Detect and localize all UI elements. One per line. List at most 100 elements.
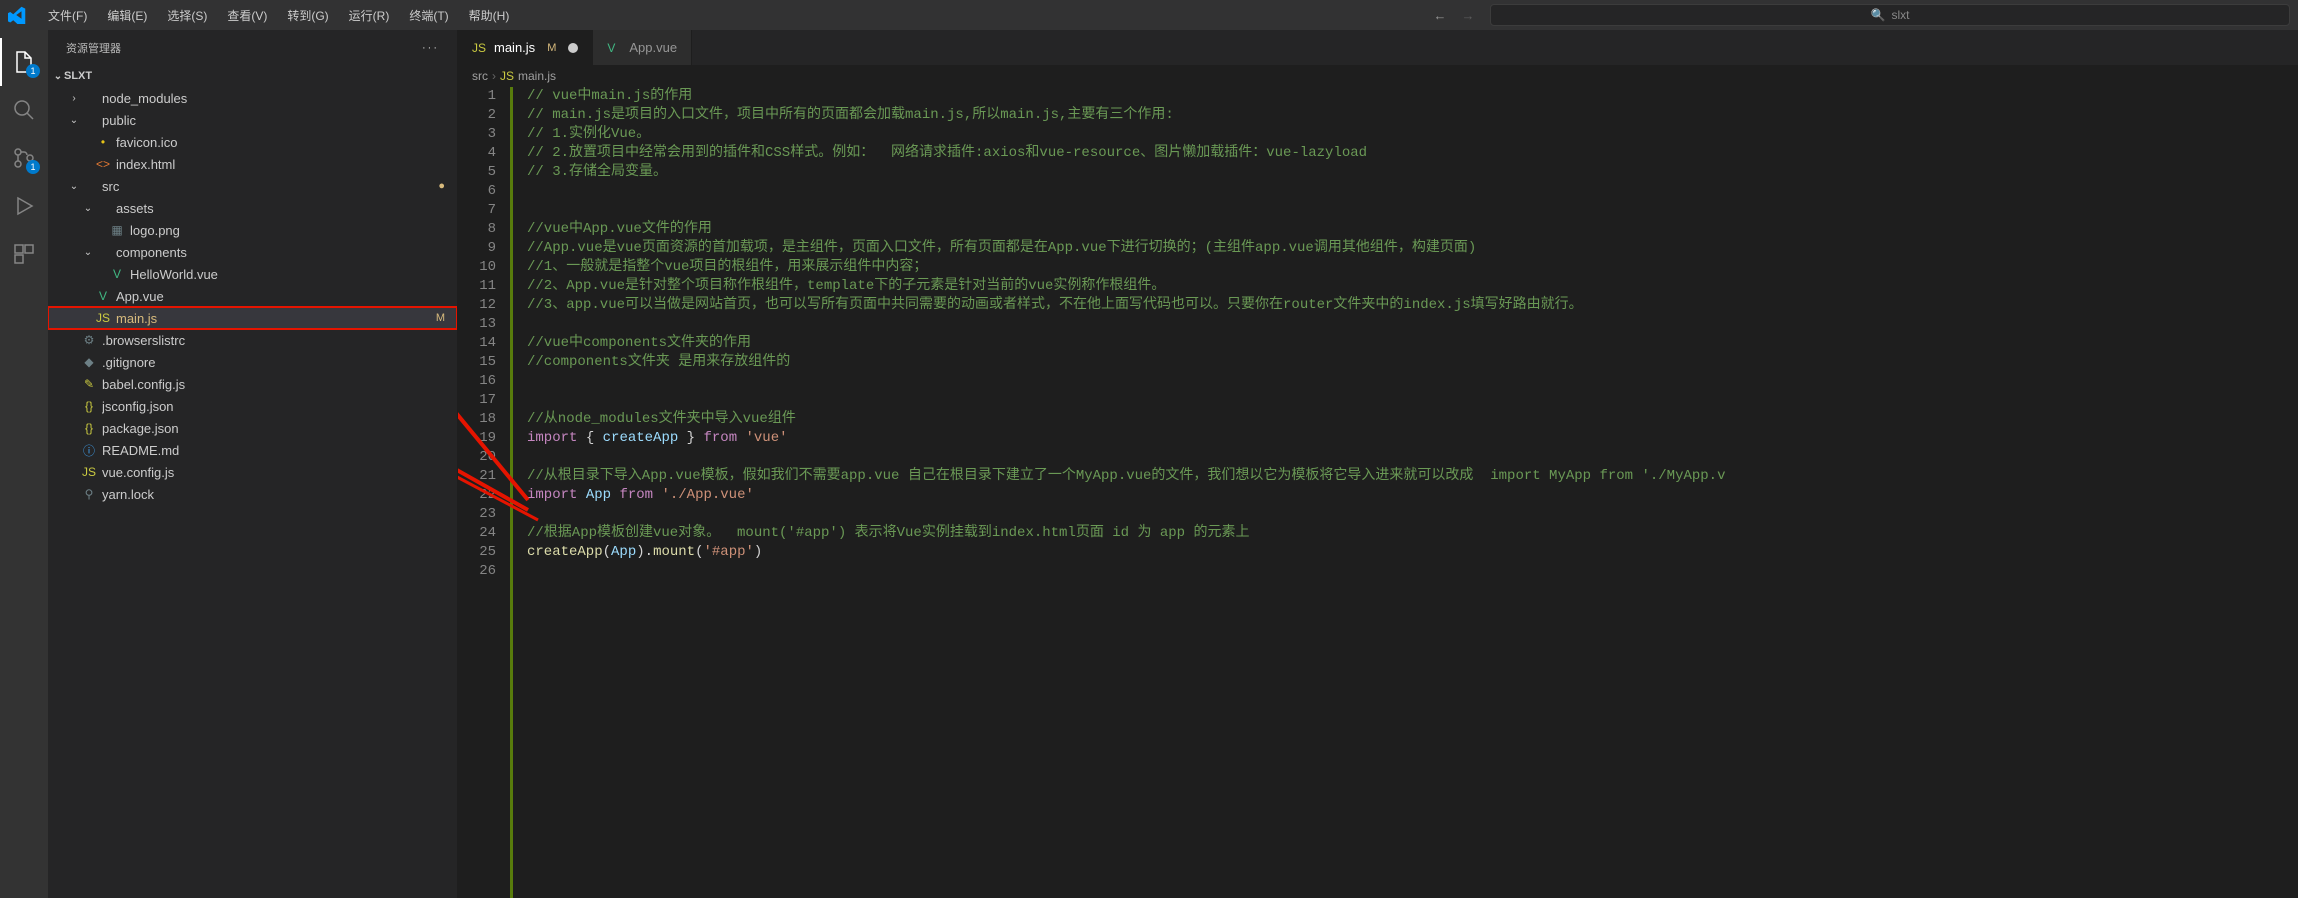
tree-item-label: .gitignore: [102, 355, 445, 370]
chevron-down-icon: ⌄: [52, 71, 64, 82]
tree-item-label: package.json: [102, 421, 445, 436]
editor-tab[interactable]: JSmain.jsM: [458, 30, 593, 65]
tree-file[interactable]: JS vue.config.js: [48, 461, 457, 483]
tree-item-label: src: [102, 179, 438, 194]
tab-git-status: M: [547, 42, 556, 54]
menu-item[interactable]: 运行(R): [339, 0, 400, 30]
chevron-down-icon: ⌄: [68, 115, 80, 126]
command-center-search[interactable]: 🔍 slxt: [1490, 4, 2290, 26]
tree-file[interactable]: ⚲ yarn.lock: [48, 483, 457, 505]
vue-icon: V: [108, 267, 126, 281]
config-icon: ◆: [80, 355, 98, 369]
tree-item-label: App.vue: [116, 289, 445, 304]
search-icon: 🔍: [1871, 8, 1886, 22]
tree-item-label: main.js: [116, 311, 436, 326]
editor-tabs: JSmain.jsM V App.vue: [458, 30, 2298, 65]
tree-item-label: yarn.lock: [102, 487, 445, 502]
activity-explorer[interactable]: 1: [0, 38, 48, 86]
breadcrumb-part: main.js: [518, 69, 556, 83]
tree-item-label: vue.config.js: [102, 465, 445, 480]
explorer-sidebar: 资源管理器 ··· ⌄ SLXT ›node_modules ⌄ public • fa…: [48, 30, 458, 898]
tree-folder[interactable]: ⌄ components: [48, 241, 457, 263]
menu-item[interactable]: 编辑(E): [97, 0, 157, 30]
nav-back-button[interactable]: ←: [1426, 1, 1454, 29]
editor-tab[interactable]: V App.vue: [593, 30, 692, 65]
tree-file[interactable]: {} package.json: [48, 417, 457, 439]
tree-file[interactable]: ✎ babel.config.js: [48, 373, 457, 395]
tree-file[interactable]: JS main.jsM: [48, 307, 457, 329]
menu-item[interactable]: 转到(G): [277, 0, 338, 30]
extensions-icon: [12, 242, 36, 266]
tree-file[interactable]: <>index.html: [48, 153, 457, 175]
tree-item-label: README.md: [102, 443, 445, 458]
debug-icon: [12, 194, 36, 218]
menubar: 文件(F)编辑(E)选择(S)查看(V)转到(G)运行(R)终端(T)帮助(H)…: [0, 0, 2298, 30]
explorer-badge: 1: [26, 64, 40, 78]
tree-item-label: HelloWorld.vue: [130, 267, 445, 282]
tree-file[interactable]: ⚙.browserslistrc: [48, 329, 457, 351]
tree-folder[interactable]: ⌄ public: [48, 109, 457, 131]
editor-area: JSmain.jsMVApp.vue src › JS main.js 1234…: [458, 30, 2298, 898]
sidebar-header: 资源管理器 ···: [48, 30, 457, 65]
line-numbers: 1234567891011121314151617181920212223242…: [458, 87, 510, 898]
tree-file[interactable]: V HelloWorld.vue: [48, 263, 457, 285]
git-status: ●: [438, 180, 445, 192]
tree-item-label: components: [116, 245, 445, 260]
tab-label: App.vue: [629, 40, 677, 55]
activity-search[interactable]: [0, 86, 48, 134]
js-icon: JS: [500, 69, 514, 83]
nav-forward-button[interactable]: →: [1454, 1, 1482, 29]
tree-file[interactable]: • favicon.ico: [48, 131, 457, 153]
tree-item-label: babel.config.js: [102, 377, 445, 392]
activity-scm[interactable]: 1: [0, 134, 48, 182]
tree-item-label: public: [102, 113, 445, 128]
img-icon: ▦: [108, 223, 126, 237]
activity-extensions[interactable]: [0, 230, 48, 278]
activity-debug[interactable]: [0, 182, 48, 230]
js-icon: JS: [94, 311, 112, 325]
search-text: slxt: [1891, 8, 1909, 22]
tree-folder[interactable]: ⌄assets: [48, 197, 457, 219]
tree-item-label: jsconfig.json: [102, 399, 445, 414]
html-icon: <>: [94, 157, 112, 171]
tree-folder[interactable]: ›node_modules: [48, 87, 457, 109]
file-icon: JS: [472, 41, 488, 55]
git-status: M: [436, 312, 445, 324]
menu-item[interactable]: 终端(T): [399, 0, 458, 30]
tree-file[interactable]: ◆ .gitignore: [48, 351, 457, 373]
tree-item-label: logo.png: [130, 223, 445, 238]
scm-badge: 1: [26, 160, 40, 174]
tree-item-label: .browserslistrc: [102, 333, 445, 348]
tree-folder[interactable]: ⌄ src●: [48, 175, 457, 197]
root-label: SLXT: [64, 70, 445, 82]
tree-item-label: favicon.ico: [116, 135, 445, 150]
file-icon: V: [607, 41, 623, 55]
menu-item[interactable]: 文件(F): [38, 0, 97, 30]
tree-file[interactable]: ▦ logo.png: [48, 219, 457, 241]
chevron-down-icon: ⌄: [68, 181, 80, 192]
sidebar-more-button[interactable]: ···: [422, 42, 439, 54]
tree-file[interactable]: {} jsconfig.json: [48, 395, 457, 417]
json-icon: {}: [80, 399, 98, 413]
menu-item[interactable]: 帮助(H): [459, 0, 520, 30]
code-editor[interactable]: 1234567891011121314151617181920212223242…: [458, 87, 2298, 898]
chevron-down-icon: ⌄: [82, 247, 94, 258]
tree-file[interactable]: VApp.vue: [48, 285, 457, 307]
menu-item[interactable]: 选择(S): [157, 0, 217, 30]
code-content[interactable]: // vue中main.js的作用// main.js是项目的入口文件，项目中所…: [513, 87, 2298, 898]
chevron-right-icon: ›: [68, 93, 80, 104]
star-icon: •: [94, 135, 112, 149]
chevron-right-icon: ›: [492, 69, 496, 83]
breadcrumb[interactable]: src › JS main.js: [458, 65, 2298, 87]
js-icon: JS: [80, 465, 98, 479]
menu-item[interactable]: 查看(V): [217, 0, 277, 30]
tree-file[interactable]: ⓘ README.md: [48, 439, 457, 461]
tree-root[interactable]: ⌄ SLXT: [48, 65, 457, 87]
file-tree: ⌄ SLXT ›node_modules ⌄ public • favicon.ico <…: [48, 65, 457, 898]
md-icon: ⓘ: [80, 442, 98, 459]
json-icon: {}: [80, 421, 98, 435]
activitybar: 1 1: [0, 30, 48, 898]
breadcrumb-part: src: [472, 69, 488, 83]
js-icon: ✎: [80, 377, 98, 391]
lock-icon: ⚲: [80, 487, 98, 501]
